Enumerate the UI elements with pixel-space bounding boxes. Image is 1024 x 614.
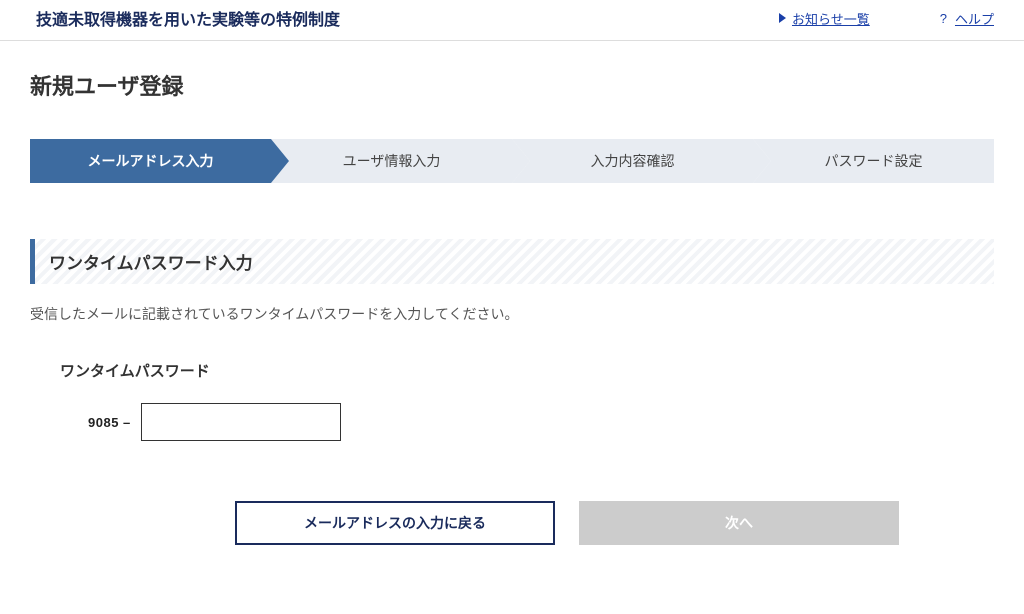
step-userinfo: ユーザ情報入力 — [271, 139, 512, 183]
main-content: 新規ユーザ登録 メールアドレス入力 ユーザ情報入力 入力内容確認 パスワード設定… — [0, 41, 1024, 585]
news-link[interactable]: お知らせ一覧 — [779, 9, 870, 28]
progress-steps: メールアドレス入力 ユーザ情報入力 入力内容確認 パスワード設定 — [30, 139, 994, 183]
help-link[interactable]: ? ヘルプ — [940, 9, 994, 28]
news-link-text[interactable]: お知らせ一覧 — [792, 9, 870, 28]
otp-row: 9085 – — [88, 403, 994, 441]
app-title: 技適未取得機器を用いた実験等の特例制度 — [36, 6, 779, 30]
section-title: ワンタイムパスワード入力 — [49, 249, 980, 274]
button-row: メールアドレスの入力に戻る 次へ — [30, 501, 994, 545]
section-title-wrap: ワンタイムパスワード入力 — [30, 239, 994, 284]
header-bar: 技適未取得機器を用いた実験等の特例制度 お知らせ一覧 ? ヘルプ — [0, 0, 1024, 41]
instruction-text: 受信したメールに記載されているワンタイムパスワードを入力してください。 — [30, 304, 994, 324]
otp-prefix: 9085 – — [88, 415, 131, 430]
next-button[interactable]: 次へ — [579, 501, 899, 545]
triangle-icon — [779, 13, 786, 23]
step-email: メールアドレス入力 — [30, 139, 271, 183]
help-link-text[interactable]: ヘルプ — [955, 9, 994, 28]
step-confirm: 入力内容確認 — [512, 139, 753, 183]
otp-input[interactable] — [141, 403, 341, 441]
page-title: 新規ユーザ登録 — [30, 69, 994, 101]
otp-label: ワンタイムパスワード — [60, 360, 994, 381]
step-password: パスワード設定 — [753, 139, 994, 183]
back-button[interactable]: メールアドレスの入力に戻る — [235, 501, 555, 545]
header-links: お知らせ一覧 ? ヘルプ — [779, 9, 994, 28]
help-icon: ? — [940, 11, 947, 26]
